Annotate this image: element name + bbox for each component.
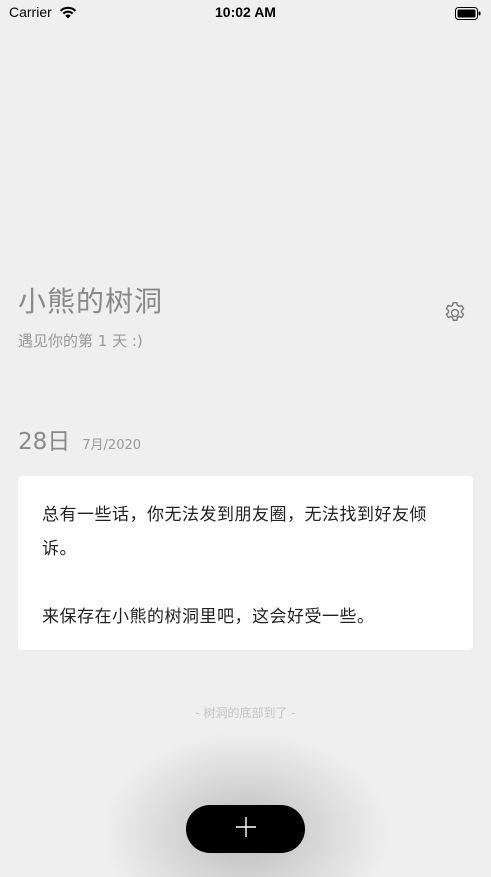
entry-text-paragraph: 总有一些话，你无法发到朋友圈，无法找到好友倾诉。 <box>42 505 427 559</box>
end-of-list-text: - 树洞的底部到了 - <box>195 706 296 720</box>
status-bar: Carrier 10:02 AM <box>0 0 491 26</box>
plus-icon <box>235 816 257 842</box>
entry-card[interactable]: 总有一些话，你无法发到朋友圈，无法找到好友倾诉。 来保存在小熊的树洞里吧，这会好… <box>18 476 473 650</box>
add-entry-button[interactable] <box>186 805 305 853</box>
settings-button[interactable] <box>440 300 470 330</box>
page-title: 小熊的树洞 <box>18 285 164 318</box>
entry-month-year: 7月/2020 <box>82 438 142 453</box>
days-counter: 遇见你的第 1 天 :) <box>18 332 143 350</box>
entry-text-paragraph: 来保存在小熊的树洞里吧，这会好受一些。 <box>42 607 375 627</box>
entry-day: 28日 <box>18 429 71 455</box>
fab-shadow <box>100 730 391 877</box>
entry-date: 28日 7月/2020 <box>18 422 141 456</box>
gear-icon <box>442 300 468 330</box>
status-time: 10:02 AM <box>215 4 276 20</box>
battery-icon <box>455 5 481 20</box>
